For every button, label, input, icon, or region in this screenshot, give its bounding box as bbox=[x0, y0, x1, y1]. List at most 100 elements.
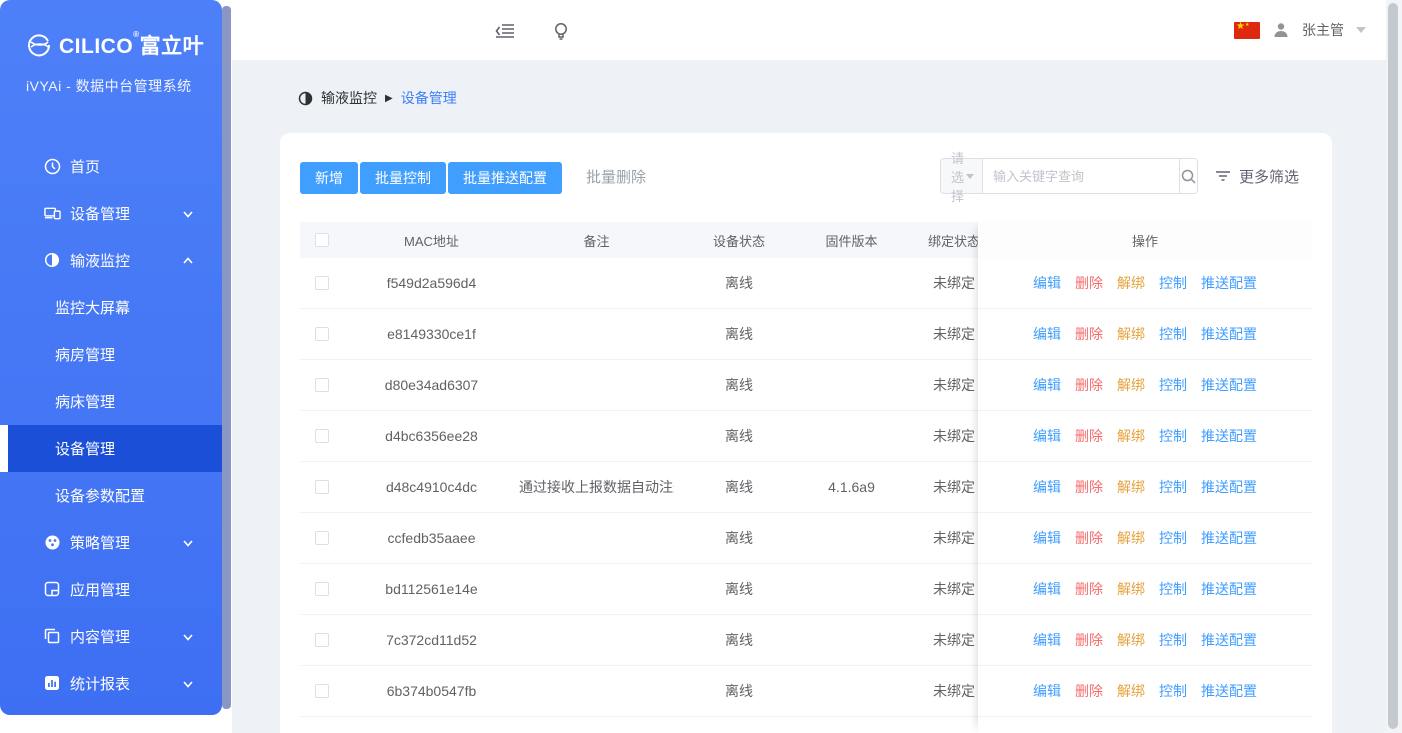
operations-row: 编辑删除解绑控制推送配置 bbox=[978, 462, 1312, 513]
sidebar-item-病床管理[interactable]: 病床管理 bbox=[0, 378, 222, 425]
breadcrumb: 输液监控 ▶ 设备管理 bbox=[298, 88, 457, 108]
breadcrumb-separator-icon: ▶ bbox=[385, 93, 393, 104]
action-推送配置[interactable]: 推送配置 bbox=[1201, 477, 1257, 497]
action-推送配置[interactable]: 推送配置 bbox=[1201, 426, 1257, 446]
search-input[interactable] bbox=[983, 159, 1179, 193]
select-all-checkbox[interactable] bbox=[315, 233, 329, 247]
batch-control-button[interactable]: 批量控制 bbox=[360, 162, 446, 194]
sidebar-item-策略管理[interactable]: 策略管理 bbox=[0, 519, 222, 566]
cell-mac: bd112561e14e bbox=[344, 581, 519, 597]
action-删除[interactable]: 删除 bbox=[1075, 681, 1103, 701]
content-icon bbox=[44, 628, 61, 645]
action-解绑[interactable]: 解绑 bbox=[1117, 681, 1145, 701]
app-icon bbox=[44, 581, 61, 598]
action-解绑[interactable]: 解绑 bbox=[1117, 579, 1145, 599]
sidebar-item-label: 首页 bbox=[70, 156, 100, 177]
sidebar-item-监控大屏幕[interactable]: 监控大屏幕 bbox=[0, 284, 222, 331]
action-解绑[interactable]: 解绑 bbox=[1117, 477, 1145, 497]
sidebar-item-统计报表[interactable]: 统计报表 bbox=[0, 660, 222, 707]
action-编辑[interactable]: 编辑 bbox=[1033, 324, 1061, 344]
cell-mac: e8149330ce1f bbox=[344, 326, 519, 342]
action-删除[interactable]: 删除 bbox=[1075, 324, 1103, 344]
action-推送配置[interactable]: 推送配置 bbox=[1201, 324, 1257, 344]
row-checkbox[interactable] bbox=[315, 429, 329, 443]
action-编辑[interactable]: 编辑 bbox=[1033, 579, 1061, 599]
action-解绑[interactable]: 解绑 bbox=[1117, 528, 1145, 548]
action-编辑[interactable]: 编辑 bbox=[1033, 375, 1061, 395]
row-checkbox[interactable] bbox=[315, 633, 329, 647]
user-name[interactable]: 张主管 bbox=[1302, 20, 1344, 40]
col-header-status: 设备状态 bbox=[674, 231, 804, 250]
action-控制[interactable]: 控制 bbox=[1159, 273, 1187, 293]
row-checkbox[interactable] bbox=[315, 276, 329, 290]
action-删除[interactable]: 删除 bbox=[1075, 426, 1103, 446]
action-删除[interactable]: 删除 bbox=[1075, 528, 1103, 548]
action-推送配置[interactable]: 推送配置 bbox=[1201, 273, 1257, 293]
chevron-up-icon bbox=[182, 255, 194, 267]
sidebar-item-首页[interactable]: 首页 bbox=[0, 143, 222, 190]
row-checkbox[interactable] bbox=[315, 378, 329, 392]
lightbulb-icon[interactable] bbox=[550, 20, 572, 42]
action-删除[interactable]: 删除 bbox=[1075, 273, 1103, 293]
action-控制[interactable]: 控制 bbox=[1159, 630, 1187, 650]
cell-status: 离线 bbox=[674, 477, 804, 497]
action-控制[interactable]: 控制 bbox=[1159, 681, 1187, 701]
action-解绑[interactable]: 解绑 bbox=[1117, 273, 1145, 293]
sidebar-item-内容管理[interactable]: 内容管理 bbox=[0, 613, 222, 660]
breadcrumb-section[interactable]: 输液监控 bbox=[321, 88, 377, 108]
action-控制[interactable]: 控制 bbox=[1159, 477, 1187, 497]
row-checkbox[interactable] bbox=[315, 684, 329, 698]
action-删除[interactable]: 删除 bbox=[1075, 477, 1103, 497]
batch-delete-button[interactable]: 批量删除 bbox=[586, 166, 646, 187]
filter-icon bbox=[1215, 169, 1231, 183]
action-控制[interactable]: 控制 bbox=[1159, 528, 1187, 548]
action-删除[interactable]: 删除 bbox=[1075, 579, 1103, 599]
collapse-sidebar-icon[interactable] bbox=[494, 20, 516, 42]
action-编辑[interactable]: 编辑 bbox=[1033, 426, 1061, 446]
breadcrumb-current[interactable]: 设备管理 bbox=[401, 88, 457, 108]
action-推送配置[interactable]: 推送配置 bbox=[1201, 528, 1257, 548]
action-编辑[interactable]: 编辑 bbox=[1033, 477, 1061, 497]
row-checkbox[interactable] bbox=[315, 327, 329, 341]
sidebar-item-设备参数配置[interactable]: 设备参数配置 bbox=[0, 472, 222, 519]
sidebar-item-设备管理[interactable]: 设备管理 bbox=[0, 425, 222, 472]
action-编辑[interactable]: 编辑 bbox=[1033, 528, 1061, 548]
action-推送配置[interactable]: 推送配置 bbox=[1201, 375, 1257, 395]
action-编辑[interactable]: 编辑 bbox=[1033, 630, 1061, 650]
sidebar-item-设备管理[interactable]: 设备管理 bbox=[0, 190, 222, 237]
sidebar-item-应用管理[interactable]: 应用管理 bbox=[0, 566, 222, 613]
cell-status: 离线 bbox=[674, 273, 804, 293]
action-控制[interactable]: 控制 bbox=[1159, 579, 1187, 599]
add-button[interactable]: 新增 bbox=[300, 162, 358, 194]
row-checkbox[interactable] bbox=[315, 480, 329, 494]
search-field-select[interactable]: 请选择 bbox=[941, 159, 983, 193]
action-控制[interactable]: 控制 bbox=[1159, 324, 1187, 344]
action-解绑[interactable]: 解绑 bbox=[1117, 630, 1145, 650]
china-flag-icon[interactable]: ★ ★ bbox=[1234, 22, 1260, 39]
page-scrollbar-thumb[interactable] bbox=[1388, 3, 1398, 729]
action-推送配置[interactable]: 推送配置 bbox=[1201, 579, 1257, 599]
sidebar-item-病房管理[interactable]: 病房管理 bbox=[0, 331, 222, 378]
row-checkbox[interactable] bbox=[315, 531, 329, 545]
action-控制[interactable]: 控制 bbox=[1159, 375, 1187, 395]
sidebar-item-label: 策略管理 bbox=[70, 532, 130, 553]
action-删除[interactable]: 删除 bbox=[1075, 630, 1103, 650]
action-删除[interactable]: 删除 bbox=[1075, 375, 1103, 395]
action-编辑[interactable]: 编辑 bbox=[1033, 681, 1061, 701]
action-推送配置[interactable]: 推送配置 bbox=[1201, 681, 1257, 701]
action-解绑[interactable]: 解绑 bbox=[1117, 375, 1145, 395]
more-filter-label: 更多筛选 bbox=[1239, 166, 1299, 187]
search-button[interactable] bbox=[1179, 159, 1197, 193]
caret-down-icon[interactable] bbox=[1356, 27, 1366, 33]
action-控制[interactable]: 控制 bbox=[1159, 426, 1187, 446]
action-解绑[interactable]: 解绑 bbox=[1117, 324, 1145, 344]
sidebar-item-输液监控[interactable]: 输液监控 bbox=[0, 237, 222, 284]
action-解绑[interactable]: 解绑 bbox=[1117, 426, 1145, 446]
cilico-logo-icon bbox=[26, 32, 52, 58]
sidebar-scrollbar[interactable] bbox=[222, 6, 231, 709]
more-filter-button[interactable]: 更多筛选 bbox=[1215, 158, 1299, 194]
batch-push-config-button[interactable]: 批量推送配置 bbox=[448, 162, 562, 194]
row-checkbox[interactable] bbox=[315, 582, 329, 596]
action-编辑[interactable]: 编辑 bbox=[1033, 273, 1061, 293]
action-推送配置[interactable]: 推送配置 bbox=[1201, 630, 1257, 650]
